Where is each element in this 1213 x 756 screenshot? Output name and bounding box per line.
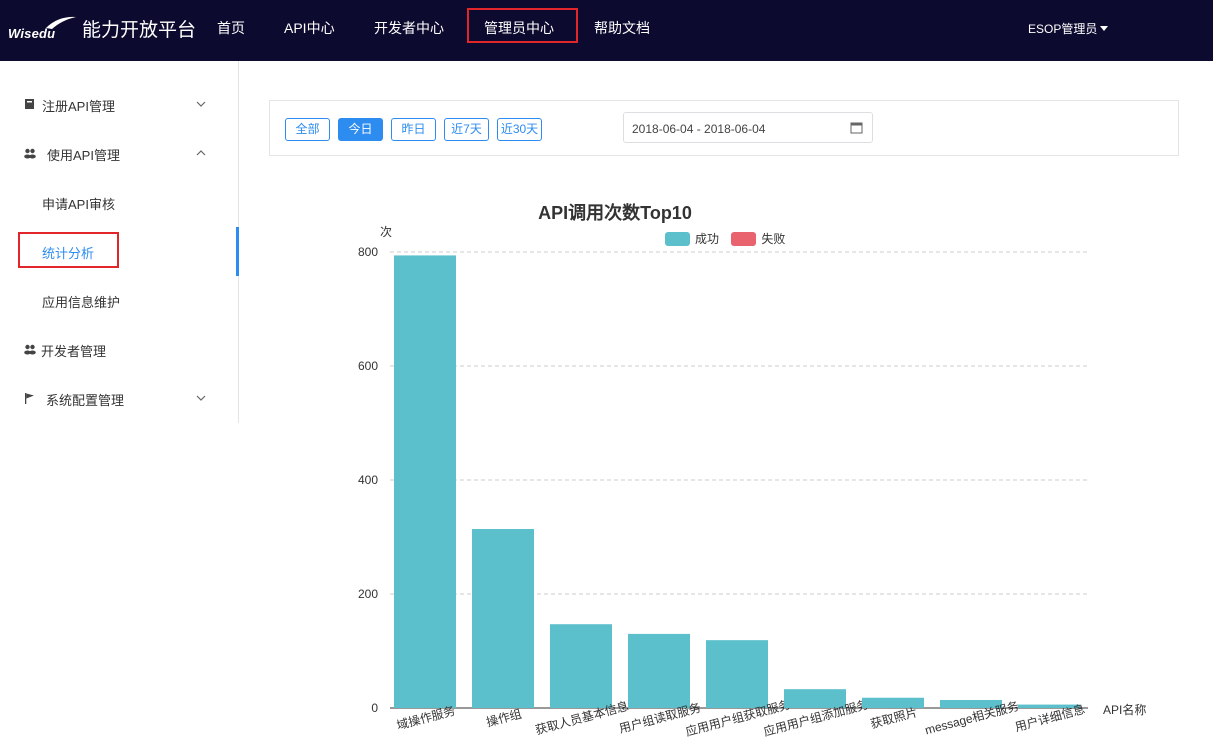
book-icon bbox=[25, 99, 34, 109]
bar-success bbox=[628, 633, 690, 708]
filter-7days-button[interactable]: 近7天 bbox=[444, 118, 489, 141]
bar-success bbox=[1018, 704, 1080, 708]
x-tick-label: 用户详细信息 bbox=[1013, 701, 1086, 734]
sidebar: 注册API管理 使用API管理 申请API审核 统计分析 应用信息维护 开发者管… bbox=[0, 61, 239, 423]
sidebar-item-label: 开发者管理 bbox=[41, 344, 107, 359]
x-tick-label: 应用用户组添加服务 bbox=[762, 696, 870, 738]
legend-item-fail[interactable]: 失败 bbox=[731, 230, 785, 247]
flag-icon bbox=[25, 393, 34, 404]
sidebar-item-label: 系统配置管理 bbox=[46, 393, 125, 408]
users-icon bbox=[24, 148, 36, 159]
bar-success bbox=[706, 640, 768, 708]
sidebar-item-system-config[interactable]: 系统配置管理 bbox=[0, 378, 238, 418]
y-axis-label: 次 bbox=[380, 225, 393, 239]
sidebar-subitem-app-info[interactable]: 应用信息维护 bbox=[42, 292, 120, 311]
filter-all-button[interactable]: 全部 bbox=[285, 118, 330, 141]
y-tick-label: 600 bbox=[358, 359, 378, 373]
x-tick-label: 获取照片 bbox=[869, 705, 919, 731]
x-axis-label: API名称 bbox=[1103, 703, 1147, 717]
nav-developer-center[interactable]: 开发者中心 bbox=[374, 18, 444, 38]
bar-success bbox=[472, 529, 534, 708]
sidebar-item-register-api[interactable]: 注册API管理 bbox=[0, 84, 238, 124]
wisedu-logo[interactable]: Wisedu bbox=[8, 14, 76, 48]
filter-yesterday-button[interactable]: 昨日 bbox=[391, 118, 436, 141]
x-tick-label: 应用用户组获取服务 bbox=[684, 696, 792, 738]
bar-success bbox=[784, 689, 846, 708]
bar-success bbox=[940, 700, 1002, 708]
y-tick-label: 200 bbox=[358, 587, 378, 601]
sidebar-item-label: 使用API管理 bbox=[47, 148, 120, 163]
nav-api-center[interactable]: API中心 bbox=[284, 18, 335, 38]
chevron-down-icon bbox=[196, 101, 206, 107]
date-range-value: 2018-06-04 - 2018-06-04 bbox=[632, 122, 766, 136]
nav-home[interactable]: 首页 bbox=[217, 18, 245, 38]
x-tick-label: 操作组 bbox=[484, 706, 523, 730]
sidebar-item-label: 注册API管理 bbox=[42, 99, 115, 114]
bar-success bbox=[550, 624, 612, 708]
sidebar-subitem-api-review[interactable]: 申请API审核 bbox=[42, 194, 115, 213]
y-tick-label: 400 bbox=[358, 473, 378, 487]
bar-success bbox=[394, 255, 456, 709]
calendar-icon bbox=[850, 122, 863, 134]
x-tick-label: message相关服务 bbox=[923, 698, 1020, 738]
user-name: ESOP管理员 bbox=[1028, 22, 1098, 36]
sidebar-item-use-api[interactable]: 使用API管理 bbox=[0, 133, 238, 173]
logo-text: Wisedu bbox=[8, 26, 56, 41]
users-icon bbox=[24, 344, 36, 355]
legend-label: 失败 bbox=[761, 232, 786, 246]
date-range-picker[interactable]: 2018-06-04 - 2018-06-04 bbox=[623, 112, 873, 143]
chart-title: API调用次数Top10 bbox=[538, 203, 692, 223]
chevron-down-icon bbox=[196, 395, 206, 401]
legend-swatch bbox=[665, 232, 690, 246]
top-navigation-bar: Wisedu 能力开放平台 首页 API中心 开发者中心 管理员中心 帮助文档 … bbox=[0, 0, 1213, 61]
x-tick-label: 域操作服务 bbox=[395, 703, 457, 733]
filter-30days-button[interactable]: 近30天 bbox=[497, 118, 542, 141]
platform-title: 能力开放平台 bbox=[82, 20, 197, 41]
x-tick-label: 获取人员基本信息 bbox=[534, 698, 631, 737]
active-item-indicator bbox=[236, 227, 239, 276]
legend-label: 成功 bbox=[695, 232, 720, 246]
nav-help-docs[interactable]: 帮助文档 bbox=[594, 18, 650, 38]
chevron-up-icon bbox=[196, 150, 206, 156]
active-item-highlight bbox=[18, 232, 119, 268]
sidebar-item-developer-mgmt[interactable]: 开发者管理 bbox=[0, 329, 238, 369]
legend-swatch bbox=[731, 232, 757, 246]
filter-today-button[interactable]: 今日 bbox=[338, 118, 383, 141]
caret-down-icon bbox=[1100, 26, 1109, 31]
bar-success bbox=[862, 697, 924, 708]
y-tick-label: 0 bbox=[371, 701, 378, 715]
y-tick-label: 800 bbox=[358, 245, 378, 259]
user-menu[interactable]: ESOP管理员 bbox=[1028, 20, 1109, 37]
legend-item-success[interactable]: 成功 bbox=[665, 230, 719, 247]
chart-legend: 成功 失败 bbox=[665, 230, 794, 247]
date-filter-panel: 全部 今日 昨日 近7天 近30天 2018-06-04 - 2018-06-0… bbox=[269, 100, 1179, 156]
nav-active-highlight bbox=[467, 8, 578, 43]
x-tick-label: 用户组读取服务 bbox=[617, 700, 702, 736]
